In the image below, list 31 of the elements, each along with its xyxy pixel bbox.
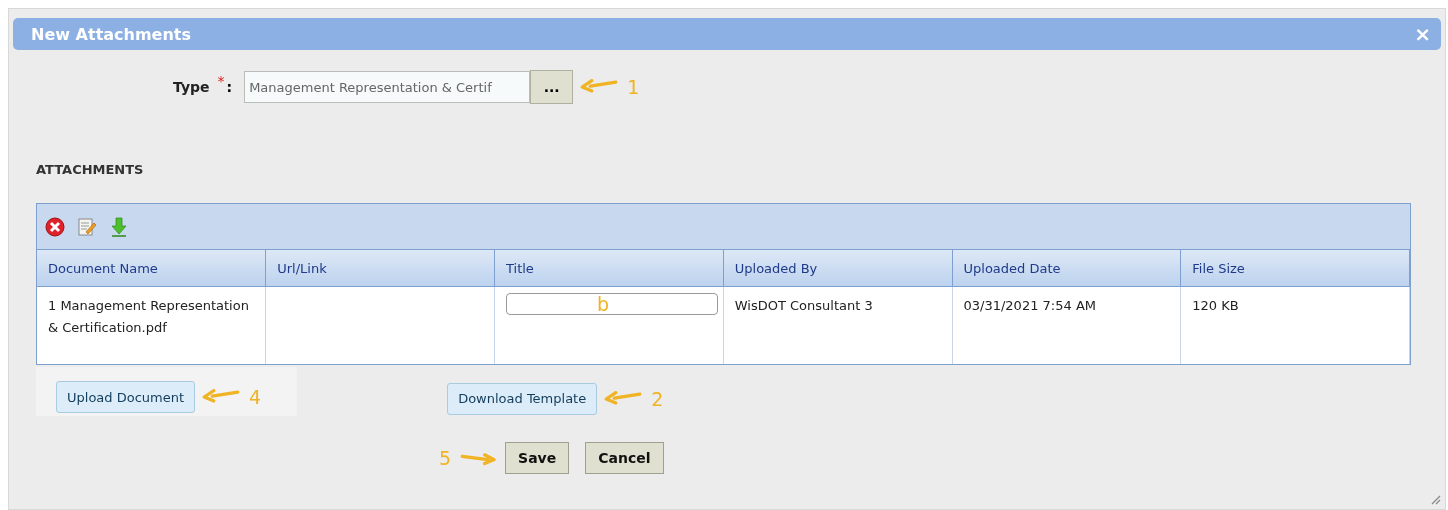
download-icon[interactable] [109,215,129,238]
edit-icon[interactable] [77,216,97,237]
annotation-number: 2 [651,387,664,410]
type-field[interactable]: Management Representation & Certif [244,71,531,103]
dialog-button[interactable]: Save [505,442,570,474]
table-cell: 03/31/2021 7:54 AM [963,298,1096,313]
resize-grip-icon[interactable] [1429,493,1441,505]
title-input[interactable] [506,293,718,315]
column-header[interactable]: Title [494,250,724,287]
column-header[interactable]: File Size [1180,250,1410,287]
table-cell: WisDOT Consultant 3 [734,298,873,313]
dialog-button[interactable]: Cancel [585,442,664,474]
picker-button[interactable]: ... [530,70,574,104]
download-template-button[interactable]: Download Template [447,382,598,415]
required-mark: * [217,73,225,89]
column-header[interactable]: Uploaded Date [952,250,1181,287]
column-header[interactable]: Document Name [37,250,266,287]
annotation-letter: b [597,293,610,315]
column-header[interactable]: Url/Link [265,250,495,287]
annotation-number: 4 [249,386,262,408]
window-title: New Attachments [31,24,192,44]
annotation-number: 5 [439,447,452,469]
colon: : [226,79,233,95]
delete-icon[interactable] [45,216,65,237]
field-label: Type [173,79,210,95]
upload-document-button[interactable]: Upload Document [56,381,196,413]
column-header[interactable]: Uploaded By [723,250,952,287]
section-title: ATTACHMENTS [36,162,145,177]
table-cell: 1 Management Representation & Certification.pdf [48,298,249,335]
table-cell: 120 KB [1192,298,1239,313]
annotation-number: 1 [627,76,640,98]
